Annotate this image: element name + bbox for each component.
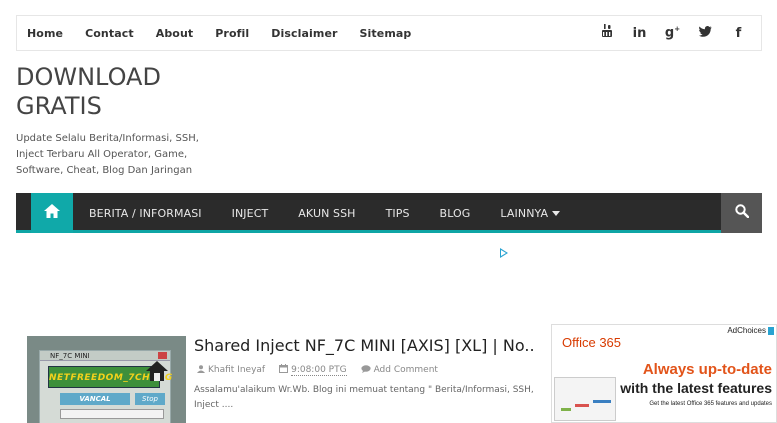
thumb-progress-bar (60, 409, 164, 419)
twitter-icon[interactable] (689, 25, 722, 41)
search-button[interactable] (721, 193, 762, 233)
post-thumbnail[interactable]: NF_7C MINI NETFREEDOM_7CHENG VANCAL Stop (27, 336, 186, 423)
nav-item-tips[interactable]: TIPS (386, 207, 410, 220)
house-icon (146, 361, 168, 381)
post-time-value: 9:08:00 PTG (291, 364, 347, 376)
add-comment-label: Add Comment (373, 365, 438, 375)
ad-choices-icon[interactable] (500, 248, 508, 258)
thumb-close-icon (158, 352, 167, 359)
office365-ad[interactable]: AdChoices Office 365 Always up-to-date w… (551, 324, 777, 423)
ad-laptop-image (554, 377, 616, 421)
user-icon (197, 364, 205, 376)
ad-headline-2: with the latest features (620, 380, 772, 396)
post-time[interactable]: 9:08:00 PTG (279, 364, 347, 376)
main-nav: BERITA / INFORMASI INJECT AKUN SSH TIPS … (16, 193, 762, 233)
nav-about-link[interactable]: About (156, 27, 194, 40)
post-excerpt: Assalamu'alaikum Wr.Wb. Blog ini memuat … (194, 385, 534, 410)
thumb-button-1: VANCAL (60, 393, 130, 405)
home-button[interactable] (31, 193, 73, 233)
thumb-button-2: Stop (135, 393, 165, 405)
ad-headline-1: Always up-to-date (642, 361, 772, 378)
nav-item-akun-ssh[interactable]: AKUN SSH (298, 207, 355, 220)
linkedin-icon[interactable]: in (623, 26, 656, 41)
post-author-name: Khafit Ineyaf (208, 365, 266, 375)
nav-item-berita[interactable]: BERITA / INFORMASI (89, 207, 202, 220)
social-links: in g+ f (590, 16, 755, 50)
nav-disclaimer-link[interactable]: Disclaimer (271, 27, 337, 40)
home-icon (43, 203, 61, 224)
ad-small-text: Get the latest Office 365 features and u… (649, 401, 772, 407)
calendar-icon (279, 364, 289, 376)
youtube-icon[interactable] (590, 24, 623, 42)
google-plus-icon[interactable]: g+ (656, 25, 689, 40)
ad-brand: Office 365 (562, 335, 622, 350)
nav-item-inject[interactable]: INJECT (232, 207, 269, 220)
thumb-app-window: NF_7C MINI NETFREEDOM_7CHENG VANCAL Stop (39, 350, 172, 423)
site-description: Update Selalu Berita/Informasi, SSH, Inj… (16, 133, 199, 176)
chevron-down-icon (552, 211, 561, 216)
nav-sitemap-link[interactable]: Sitemap (360, 27, 412, 40)
top-nav: Home Contact About Profil Disclaimer Sit… (27, 16, 433, 50)
top-bar: Home Contact About Profil Disclaimer Sit… (16, 15, 762, 51)
add-comment-link[interactable]: Add Comment (360, 364, 438, 376)
adchoices-label[interactable]: AdChoices (723, 325, 776, 337)
search-icon (734, 203, 749, 223)
facebook-icon[interactable]: f (722, 26, 755, 41)
nav-contact-link[interactable]: Contact (85, 27, 134, 40)
site-title[interactable]: DOWNLOAD GRATIS (16, 63, 216, 121)
nav-home-link[interactable]: Home (27, 27, 63, 40)
nav-item-lainnya[interactable]: LAINNYA (500, 206, 561, 220)
nav-profil-link[interactable]: Profil (215, 27, 249, 40)
post-meta: Khafit Ineyaf 9:08:00 PTG Add Comment (197, 364, 452, 376)
post-title[interactable]: Shared Inject NF_7C MINI [AXIS] [XL] | N… (194, 336, 534, 355)
post-author[interactable]: Khafit Ineyaf (197, 364, 266, 376)
comment-icon (360, 364, 371, 376)
nav-item-lainnya-label: LAINNYA (500, 206, 549, 220)
nav-item-blog[interactable]: BLOG (440, 207, 471, 220)
main-nav-items: BERITA / INFORMASI INJECT AKUN SSH TIPS … (89, 193, 590, 233)
